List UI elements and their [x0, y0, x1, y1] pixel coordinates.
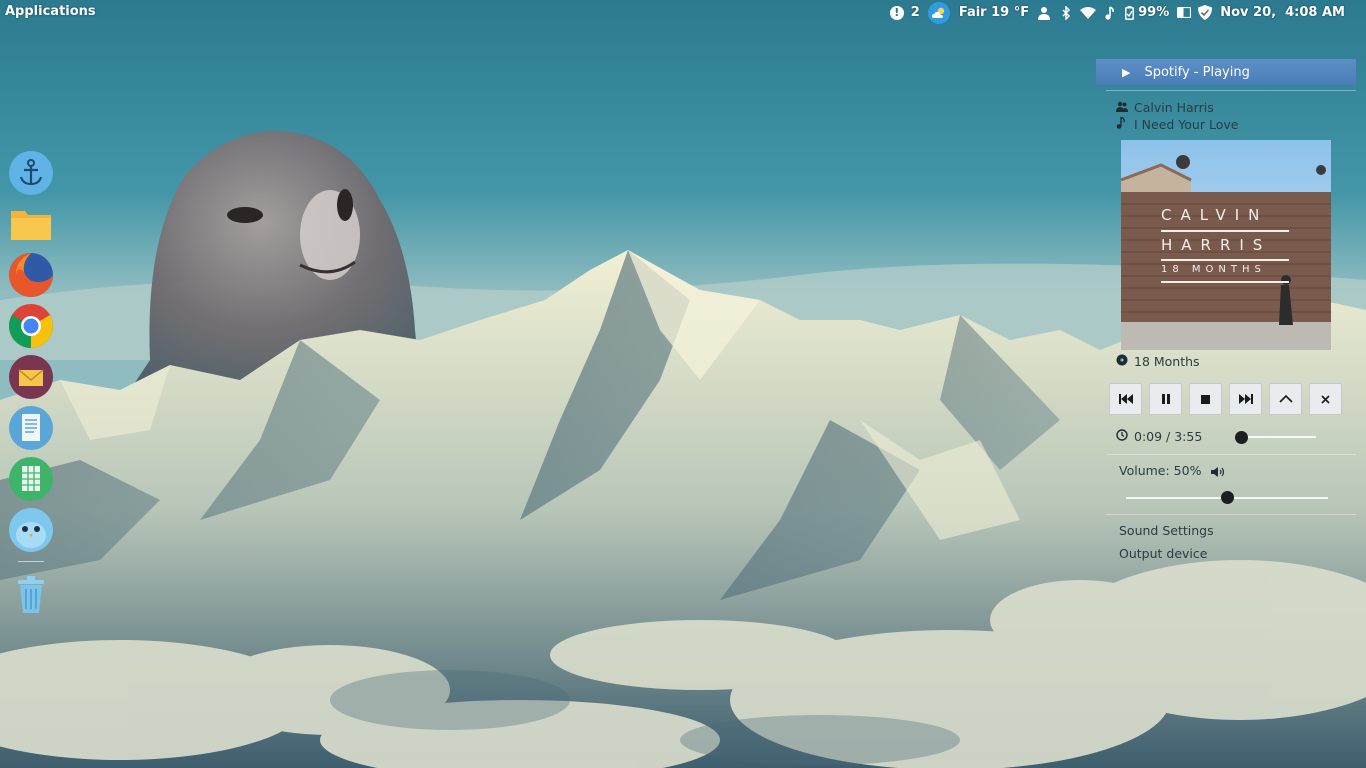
stop-button[interactable] [1189, 383, 1222, 415]
document-icon [9, 406, 53, 450]
weather-icon [927, 1, 950, 24]
play-icon: ▶ [1122, 65, 1131, 79]
weather-text: Fair 19 °F [958, 5, 1030, 20]
trash-icon [18, 576, 44, 613]
shield-icon [1198, 5, 1213, 20]
session-toggle[interactable] [1177, 0, 1192, 25]
anchor-icon [9, 151, 53, 195]
elapsed-time: 0:09 / 3:55 [1134, 429, 1203, 444]
sound-menu-popup: ▶ Spotify - Playing Calvin Harris I Need… [1096, 58, 1356, 568]
music-icon [1105, 5, 1115, 20]
progress-knob[interactable] [1234, 431, 1248, 444]
track-title: I Need Your Love [1134, 117, 1239, 132]
top-panel: Applications ! 2 Fair 19 °F 99% Nov 20, … [0, 0, 1366, 25]
album-art-rule2 [1161, 259, 1289, 261]
mail-icon [9, 355, 53, 399]
album-art-rule3 [1161, 281, 1289, 283]
dock-item-twitter-client[interactable] [8, 507, 54, 553]
user-icon [1038, 6, 1051, 20]
battery-icon [1125, 5, 1135, 20]
album-art-line3: 18 MONTHS [1161, 264, 1266, 275]
pause-button[interactable] [1149, 383, 1182, 415]
volume-label: Volume: 50% [1119, 463, 1202, 478]
battery-indicator[interactable]: 99% [1125, 0, 1169, 25]
player-title: Spotify - Playing [1144, 64, 1250, 80]
network-indicator[interactable] [1080, 0, 1097, 25]
applications-menu[interactable]: Applications [5, 4, 96, 19]
skip-back-icon [1118, 394, 1133, 404]
wifi-icon [1080, 7, 1097, 19]
time-row: 0:09 / 3:55 [1116, 429, 1202, 444]
dock-separator [18, 561, 44, 562]
dock-item-trash[interactable] [8, 571, 54, 617]
bluetooth-icon [1062, 5, 1071, 20]
disc-icon [1116, 354, 1130, 369]
progress-slider[interactable] [1238, 436, 1316, 438]
previous-button[interactable] [1109, 383, 1142, 415]
user-indicator[interactable] [1037, 0, 1051, 25]
clock[interactable]: Nov 20, 4:08 AM [1220, 0, 1345, 25]
player-header[interactable]: ▶ Spotify - Playing [1096, 59, 1356, 85]
album-art-rule1 [1161, 230, 1289, 232]
dock-item-anchor[interactable] [8, 150, 54, 196]
playback-controls [1109, 383, 1344, 415]
next-button[interactable] [1229, 383, 1262, 415]
weather-indicator[interactable]: Fair 19 °F [927, 0, 1030, 25]
folder-icon [11, 211, 51, 240]
album-art-line1: CALVIN [1161, 206, 1269, 224]
clock-text: Nov 20, 4:08 AM [1220, 5, 1345, 20]
chevron-up-icon [1278, 395, 1293, 403]
dock-item-firefox[interactable] [8, 252, 54, 298]
sound-settings-item[interactable]: Sound Settings [1119, 523, 1214, 538]
notification-count: 2 [910, 5, 920, 20]
sound-indicator[interactable] [1104, 0, 1115, 25]
volume-row: Volume: 50% [1119, 463, 1225, 478]
track-row: I Need Your Love [1116, 116, 1239, 132]
music-note-icon [1116, 116, 1130, 132]
menu-separator [1106, 514, 1356, 515]
album-art: CALVIN HARRIS 18 MONTHS [1121, 140, 1331, 350]
menu-separator [1106, 454, 1356, 455]
system-tray: ! 2 Fair 19 °F 99% Nov 20, 4:08 AM [889, 0, 1345, 25]
skip-forward-icon [1238, 394, 1253, 404]
menu-separator [1106, 90, 1356, 91]
close-icon [1321, 394, 1330, 404]
chrome-icon [9, 304, 53, 348]
artist-name: Calvin Harris [1134, 100, 1214, 115]
artist-row: Calvin Harris [1116, 100, 1214, 115]
dock-item-mail[interactable] [8, 354, 54, 400]
close-player-button[interactable] [1309, 383, 1342, 415]
volume-knob[interactable] [1220, 491, 1234, 504]
bluetooth-indicator[interactable] [1061, 0, 1071, 25]
clock-icon [1116, 429, 1130, 444]
firefox-icon [9, 253, 53, 297]
album-row: 18 Months [1116, 354, 1200, 369]
spreadsheet-icon [9, 457, 53, 501]
battery-percentage: 99% [1138, 5, 1170, 20]
output-device-item[interactable]: Output device [1119, 546, 1207, 561]
album-name: 18 Months [1134, 354, 1200, 369]
speaker-icon [1211, 466, 1225, 477]
alert-icon: ! [889, 5, 904, 20]
dock-item-text-editor[interactable] [8, 405, 54, 451]
dock-item-spreadsheet[interactable] [8, 456, 54, 502]
dock-item-files[interactable] [8, 201, 54, 247]
dock-item-chrome[interactable] [8, 303, 54, 349]
notifications-indicator[interactable]: ! 2 [889, 0, 920, 25]
raise-player-button[interactable] [1269, 383, 1302, 415]
artist-icon [1116, 101, 1130, 115]
bird-icon [9, 508, 53, 552]
album-art-line2: HARRIS [1161, 236, 1272, 254]
security-indicator[interactable] [1198, 0, 1213, 25]
stop-icon [1201, 394, 1210, 404]
toggle-icon [1177, 7, 1192, 18]
pause-icon [1161, 394, 1170, 404]
